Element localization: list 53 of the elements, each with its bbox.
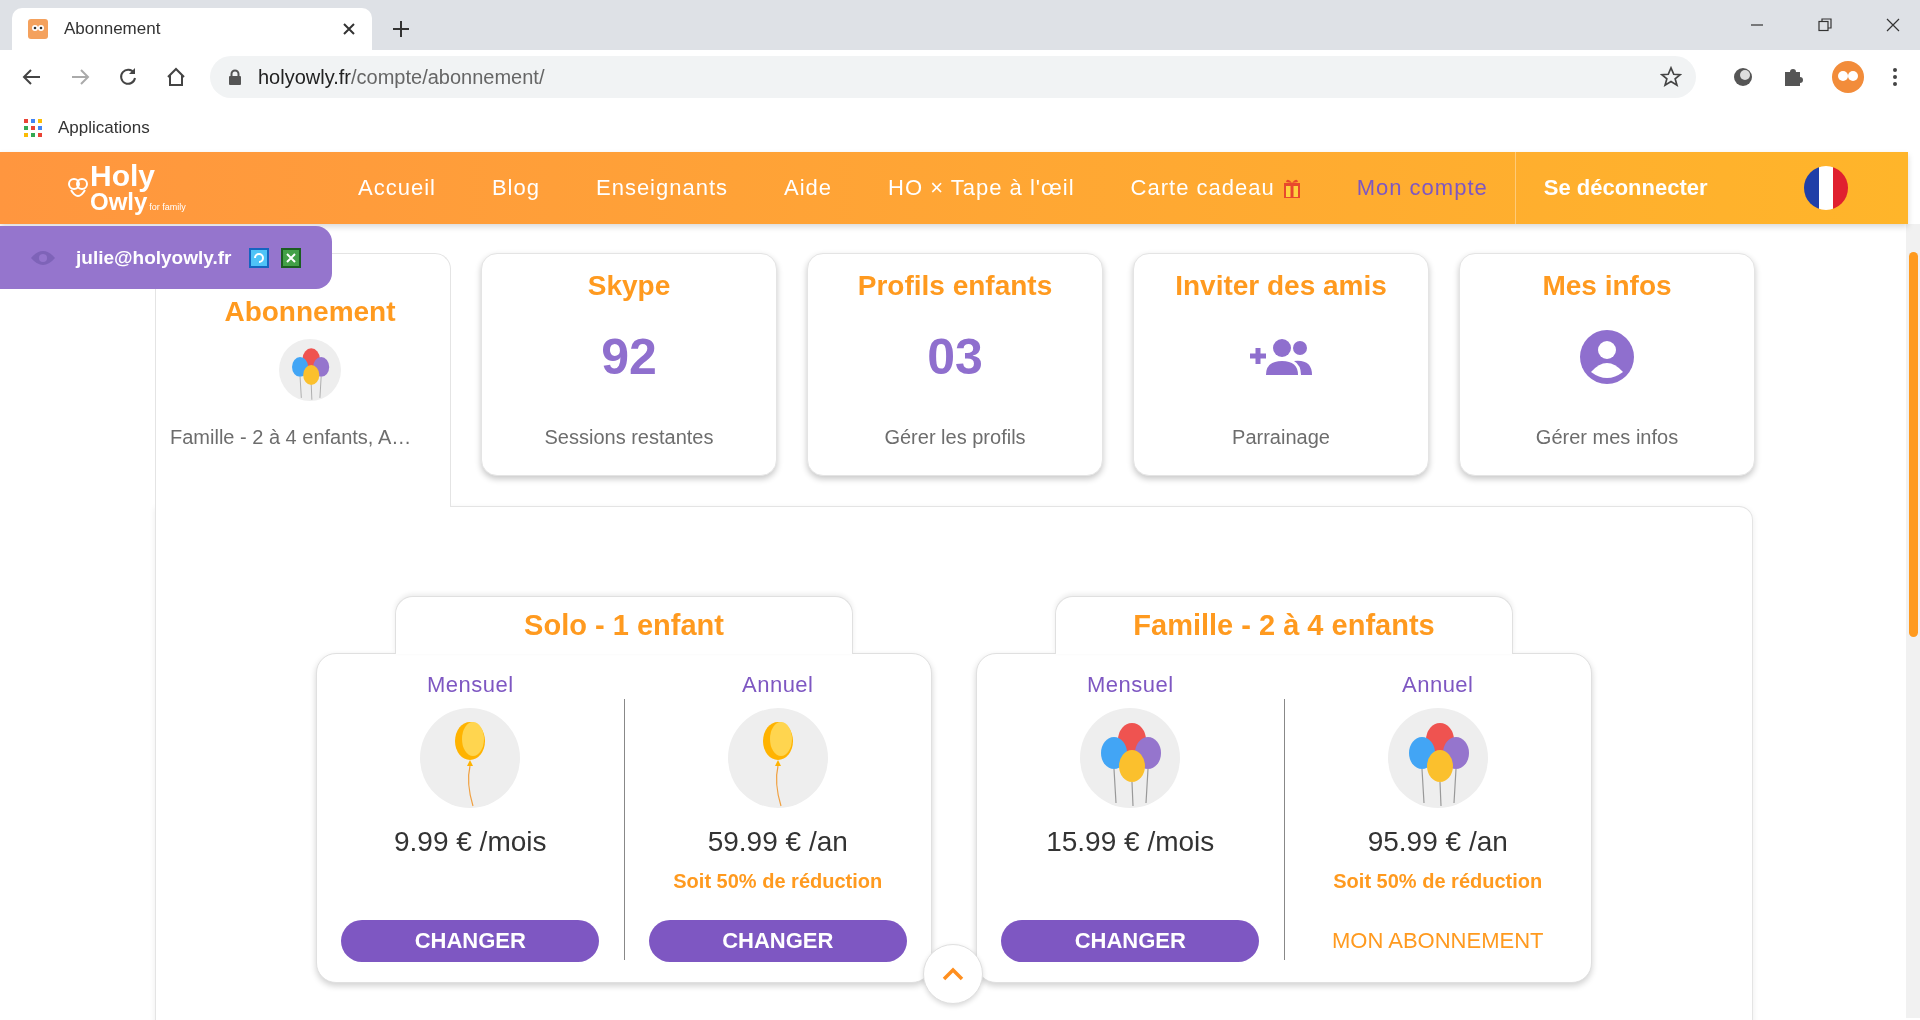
- close-icon[interactable]: [1886, 18, 1900, 32]
- owl-icon: [68, 176, 88, 200]
- bookmark-link[interactable]: Applications: [24, 118, 150, 138]
- billing-period: Mensuel: [1086, 672, 1174, 698]
- change-plan-button[interactable]: CHANGER: [1001, 920, 1260, 962]
- lock-icon: [228, 69, 242, 85]
- extension-circle-icon[interactable]: [1732, 66, 1754, 88]
- scrollbar[interactable]: [1906, 224, 1920, 1018]
- owl-favicon-icon: [28, 19, 48, 39]
- reload-icon[interactable]: [118, 67, 138, 87]
- tab-title: Abonnement: [64, 19, 162, 39]
- plan-price: 59.99 € /an: [707, 826, 848, 858]
- plan-title: Solo - 1 enfant: [395, 596, 853, 654]
- plan-price: 9.99 € /mois: [394, 826, 547, 858]
- gift-icon: [1282, 177, 1301, 199]
- plan-title: Famille - 2 à 4 enfants: [1055, 596, 1513, 654]
- plan-price: 15.99 € /mois: [1046, 826, 1215, 858]
- apps-grid-icon: [24, 119, 42, 137]
- browser-tab[interactable]: Abonnement: [12, 8, 372, 50]
- current-plan-label: MON ABONNEMENT: [1332, 928, 1544, 954]
- billing-period: Annuel: [1402, 672, 1474, 698]
- refresh-icon[interactable]: [249, 247, 270, 268]
- balloons-icon: [1387, 708, 1488, 808]
- star-icon[interactable]: [1660, 66, 1682, 88]
- plan-price: 95.99 € /an: [1367, 826, 1508, 858]
- account-tab[interactable]: Skype 92 Sessions restantes: [481, 253, 777, 476]
- account-tab[interactable]: Inviter des amis Parrainage: [1133, 253, 1429, 476]
- caret-up-icon: [942, 967, 964, 981]
- french-flag-icon[interactable]: [1803, 166, 1848, 210]
- address-bar[interactable]: holyowly.fr/compte/abonnement/: [210, 56, 1696, 98]
- account-tab[interactable]: Mes infos Gérer mes infos: [1459, 253, 1755, 476]
- person-icon: [1580, 330, 1634, 384]
- account-tab[interactable]: Profils enfants 03 Gérer les profils: [807, 253, 1103, 476]
- nav-link[interactable]: Mon compte: [1356, 175, 1488, 201]
- restore-icon[interactable]: [1818, 18, 1832, 32]
- puzzle-icon[interactable]: [1782, 66, 1804, 88]
- close-icon[interactable]: [342, 22, 356, 36]
- back-icon[interactable]: [22, 67, 42, 87]
- discount-note: Soit 50% de réduction: [1333, 870, 1543, 892]
- discount-note: Soit 50% de réduction: [673, 870, 883, 892]
- exit-icon[interactable]: [281, 247, 302, 268]
- billing-period: Annuel: [742, 672, 814, 698]
- balloon-icon: [420, 708, 521, 808]
- home-icon[interactable]: [166, 67, 186, 87]
- menu-icon[interactable]: [1892, 67, 1898, 87]
- add-people-icon: [1248, 337, 1314, 377]
- change-plan-button[interactable]: CHANGER: [341, 920, 600, 962]
- balloon-icon: [727, 708, 828, 808]
- new-tab-icon[interactable]: [392, 20, 410, 38]
- change-plan-button[interactable]: CHANGER: [648, 920, 907, 962]
- balloons-icon: [1080, 708, 1181, 808]
- balloons-icon: [279, 339, 341, 401]
- billing-period: Mensuel: [426, 672, 514, 698]
